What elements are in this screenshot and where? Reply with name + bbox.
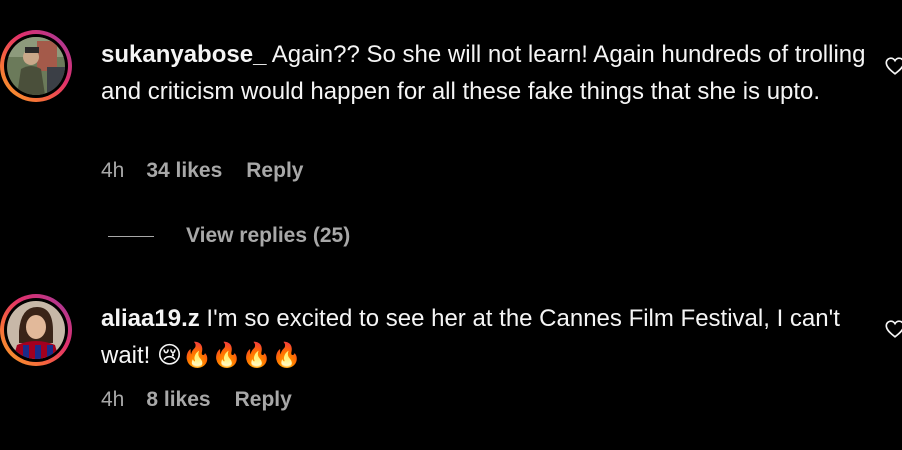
view-replies-divider <box>108 235 154 237</box>
comment-meta: 4h 34 likes Reply <box>101 159 303 183</box>
heart-outline-icon[interactable] <box>884 318 902 340</box>
comment-time: 4h <box>101 388 125 411</box>
comment-message: I'm so excited to see her at the Cannes … <box>101 305 840 369</box>
comment-likes[interactable]: 8 likes <box>146 388 210 412</box>
avatar <box>7 301 65 359</box>
reply-button[interactable]: Reply <box>246 159 303 183</box>
comment-meta: 4h 8 likes Reply <box>101 388 292 412</box>
view-replies-button[interactable]: View replies (25) <box>108 224 350 248</box>
comment-text: aliaa19.z I'm so excited to see her at t… <box>101 300 871 374</box>
view-replies-label: View replies (25) <box>186 224 351 247</box>
comment-likes[interactable]: 34 likes <box>146 159 222 183</box>
reply-button[interactable]: Reply <box>235 388 292 412</box>
comment-username[interactable]: aliaa19.z <box>101 305 200 332</box>
heart-outline-icon[interactable] <box>884 55 902 77</box>
avatar-story-ring[interactable] <box>0 294 72 366</box>
avatar-story-ring[interactable] <box>0 30 72 102</box>
avatar <box>7 37 65 95</box>
comment-time: 4h <box>101 159 125 182</box>
comment-username[interactable]: sukanyabose_ <box>101 41 266 68</box>
comment-text: sukanyabose_ Again?? So she will not lea… <box>101 36 871 110</box>
